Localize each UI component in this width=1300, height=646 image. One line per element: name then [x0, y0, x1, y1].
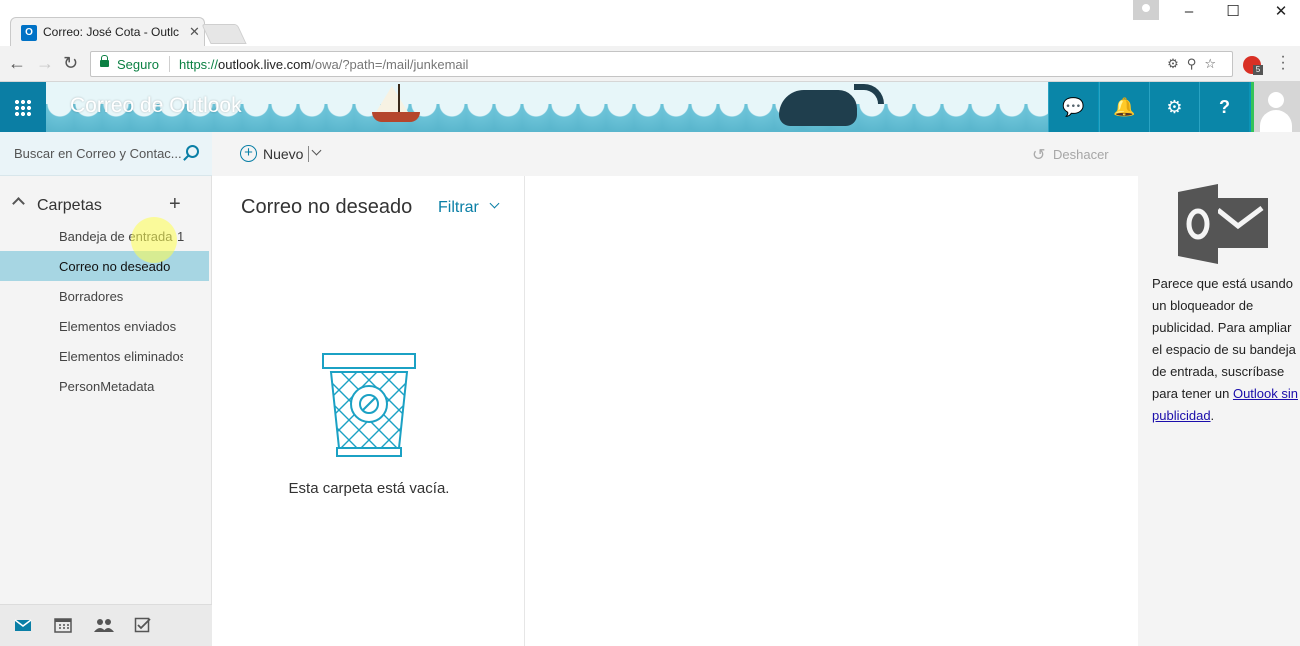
folder-label: PersonMetadata: [59, 379, 155, 394]
omnibox-divider: [169, 56, 170, 72]
reading-pane: [526, 176, 1138, 646]
command-bar: + Nuevo ↺ Deshacer: [212, 132, 1300, 176]
folder-pane: Buscar en Correo y Contac... Carpetas + …: [0, 132, 212, 646]
folder-drafts[interactable]: Borradores: [0, 281, 209, 311]
maximize-icon[interactable]: ☐: [1220, 2, 1246, 22]
people-icon[interactable]: [93, 617, 115, 633]
avatar[interactable]: [1251, 82, 1300, 132]
filter-chevron-down-icon[interactable]: [489, 198, 500, 209]
new-split-divider: [308, 146, 309, 162]
empty-folder-message: Esta carpeta está vacía.: [288, 480, 450, 497]
window-close-icon[interactable]: ✕: [1268, 2, 1294, 22]
add-folder-icon[interactable]: +: [169, 193, 181, 216]
bell-icon[interactable]: 🔔: [1099, 82, 1149, 132]
chrome-menu-icon[interactable]: · · ·: [1278, 49, 1288, 77]
calendar-icon[interactable]: [54, 617, 72, 633]
chat-icon[interactable]: 💬: [1048, 82, 1098, 132]
folder-inbox[interactable]: Bandeja de entrada 1: [0, 221, 209, 251]
folder-title: Correo no deseado: [241, 196, 413, 218]
tasks-icon[interactable]: [134, 617, 152, 633]
empty-trash-icon: [322, 353, 416, 457]
module-switcher: [0, 604, 212, 646]
boat-hull: [372, 112, 420, 122]
url-path: /owa/?path=/mail/junkemail: [311, 57, 469, 72]
folders-header[interactable]: Carpetas +: [0, 193, 212, 218]
undo-icon[interactable]: ↺: [1032, 145, 1045, 165]
chevron-down-icon[interactable]: [311, 145, 322, 156]
url-host: outlook.live.com: [218, 57, 312, 72]
avatar-head: [1268, 92, 1284, 108]
folder-sent[interactable]: Elementos enviados: [0, 311, 209, 341]
unread-count: 1: [177, 229, 185, 244]
folder-personmetadata[interactable]: PersonMetadata: [0, 371, 209, 401]
tab-close-icon[interactable]: ✕: [189, 24, 200, 40]
folder-label: Borradores: [59, 289, 124, 304]
filter-button[interactable]: Filtrar: [438, 199, 479, 217]
omnibox-action-icons[interactable]: ⚙⚲☆: [1167, 56, 1224, 72]
folder-label: Elementos enviados: [59, 319, 177, 334]
url-text[interactable]: https://outlook.live.com/owa/?path=/mail…: [179, 57, 468, 72]
ad-blocker-message: Parece que está usando un bloqueador de …: [1152, 273, 1300, 427]
outlook-header: Correo de Outlook 💬 🔔 ⚙ ?: [0, 82, 1300, 132]
waffle-icon: [14, 99, 32, 117]
profile-icon[interactable]: [1133, 0, 1159, 20]
plus-circle-icon[interactable]: +: [240, 145, 257, 162]
chevron-up-icon[interactable]: [12, 197, 25, 210]
new-button[interactable]: Nuevo: [263, 146, 303, 162]
search-input[interactable]: Buscar en Correo y Contac...: [0, 132, 212, 176]
boat-mast: [398, 84, 400, 114]
gear-icon[interactable]: ⚙: [1149, 82, 1199, 132]
folder-deleted[interactable]: Elementos eliminados: [0, 341, 209, 371]
folder-label: Correo no deseado: [59, 259, 171, 274]
forward-arrow-icon[interactable]: →: [36, 54, 54, 72]
outlook-logo-icon: [1178, 184, 1268, 264]
search-placeholder: Buscar en Correo y Contac...: [14, 146, 182, 161]
folder-label: Bandeja de entrada: [59, 229, 173, 244]
app-title[interactable]: Correo de Outlook: [70, 94, 242, 118]
folder-label: Elementos eliminados: [59, 349, 183, 364]
avatar-body: [1260, 110, 1292, 132]
address-bar[interactable]: Seguro https://outlook.live.com/owa/?pat…: [90, 51, 1233, 77]
mail-icon[interactable]: [14, 617, 32, 633]
help-icon[interactable]: ?: [1199, 82, 1249, 132]
browser-titlebar: O Correo: José Cota - Outlc ✕ – ☐ ✕: [0, 0, 1300, 46]
reload-icon[interactable]: ↻: [63, 54, 78, 72]
lock-icon: [100, 55, 109, 67]
ad-text: Parece que está usando un bloqueador de …: [1152, 276, 1296, 401]
extension-icon[interactable]: [1243, 56, 1263, 75]
folders-label: Carpetas: [37, 197, 102, 214]
back-arrow-icon[interactable]: ←: [8, 54, 26, 72]
folder-junk[interactable]: Correo no deseado: [0, 251, 209, 281]
undo-button[interactable]: Deshacer: [1053, 147, 1109, 162]
ad-pane: Parece que está usando un bloqueador de …: [1138, 176, 1300, 646]
boat-icon: [376, 86, 408, 112]
address-toolbar: ← → ↻ Seguro https://outlook.live.com/ow…: [0, 46, 1300, 82]
url-scheme: https://: [179, 57, 219, 72]
ad-text-end: .: [1210, 408, 1215, 423]
secure-label: Seguro: [117, 57, 159, 72]
whale-icon: [779, 90, 857, 126]
app-launcher-button[interactable]: [0, 82, 46, 132]
message-list: Correo no deseado Filtrar Esta carpeta e…: [213, 176, 525, 646]
browser-tab[interactable]: O Correo: José Cota - Outlc ✕: [10, 17, 205, 46]
outlook-favicon-icon: O: [21, 25, 37, 41]
minimize-icon[interactable]: –: [1176, 2, 1202, 22]
search-icon[interactable]: [186, 145, 199, 158]
tab-title: Correo: José Cota - Outlc: [43, 25, 180, 39]
new-tab-button[interactable]: [201, 24, 247, 44]
